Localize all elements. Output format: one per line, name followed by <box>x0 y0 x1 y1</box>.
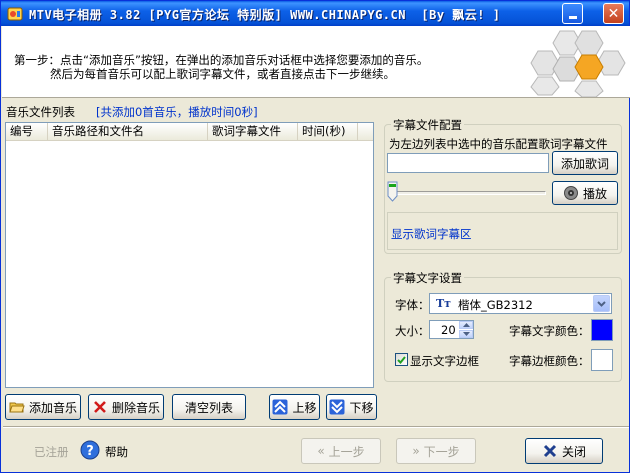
minimize-button[interactable] <box>562 3 583 24</box>
add-music-label: 添加音乐 <box>28 400 77 415</box>
music-list-summary: [共添加0首音乐，播放时间0秒] <box>96 105 258 119</box>
music-list-view[interactable]: 编号 音乐路径和文件名 歌词字幕文件 时间(秒) <box>5 122 374 388</box>
show-border-label[interactable]: 显示文字边框 <box>410 353 479 369</box>
clear-list-button[interactable]: 清空列表 <box>172 394 246 420</box>
border-color-label: 字幕边框颜色： <box>509 354 590 368</box>
music-list-label: 音乐文件列表 <box>6 105 75 119</box>
font-select[interactable]: Tт 楷体_GB2312 <box>429 293 612 314</box>
double-down-arrow-icon <box>329 399 345 415</box>
text-color-swatch[interactable] <box>591 319 613 341</box>
lyrics-display-area: 显示歌词字幕区 <box>387 212 618 250</box>
next-step-label: 下一步 <box>423 444 460 459</box>
move-up-button[interactable]: 上移 <box>269 394 320 420</box>
column-header-lyrics[interactable]: 歌词字幕文件 <box>208 123 298 141</box>
music-list-header: 编号 音乐路径和文件名 歌词字幕文件 时间(秒) <box>6 123 373 141</box>
border-color-swatch[interactable] <box>591 349 613 371</box>
show-border-checkbox[interactable] <box>395 353 408 366</box>
title-bar[interactable]: MTV电子相册 3.82 [PYG官方论坛 特别版] WWW.CHINAPYG.… <box>1 1 629 26</box>
prev-step-button[interactable]: « 上一步 <box>301 438 381 464</box>
delete-icon <box>92 399 108 415</box>
help-icon[interactable]: ? <box>80 440 100 463</box>
wizard-header: 第一步：点击“添加音乐”按钮，在弹出的添加音乐对话框中选择您要添加的音乐。 然后… <box>2 26 630 98</box>
close-window-button[interactable]: ✕ <box>603 3 624 24</box>
lyrics-config-hint: 为左边列表中选中的音乐配置歌词字幕文件 <box>389 137 608 151</box>
spin-up-icon[interactable] <box>459 321 473 329</box>
next-step-button[interactable]: » 下一步 <box>396 438 476 464</box>
delete-music-button[interactable]: 删除音乐 <box>88 394 164 420</box>
speaker-icon <box>563 185 579 201</box>
font-size-spinner[interactable]: 20 <box>429 320 474 339</box>
text-settings-title: 字幕文字设置 <box>391 270 464 286</box>
show-lyrics-label: 显示歌词字幕区 <box>391 227 472 241</box>
column-header-number[interactable]: 编号 <box>6 123 48 141</box>
font-size-value: 20 <box>441 323 456 337</box>
playback-slider-thumb[interactable] <box>387 181 398 202</box>
spin-down-icon[interactable] <box>459 330 473 338</box>
close-label: 关闭 <box>561 444 586 459</box>
close-x-icon <box>542 443 558 459</box>
prev-step-label: 上一步 <box>328 444 365 459</box>
minimize-icon <box>568 16 577 19</box>
text-color-label: 字幕文字颜色： <box>509 324 590 338</box>
double-left-arrow-icon: « <box>317 444 325 458</box>
add-lyrics-button[interactable]: 添加歌词 <box>552 151 618 175</box>
clear-list-label: 清空列表 <box>184 400 233 415</box>
lyrics-file-field[interactable] <box>387 153 549 173</box>
app-window: MTV电子相册 3.82 [PYG官方论坛 特别版] WWW.CHINAPYG.… <box>0 0 630 473</box>
svg-text:?: ? <box>86 444 94 459</box>
column-header-path[interactable]: 音乐路径和文件名 <box>48 123 208 141</box>
close-icon: ✕ <box>607 5 620 22</box>
delete-music-label: 删除音乐 <box>111 400 160 415</box>
play-button[interactable]: 播放 <box>552 181 618 205</box>
column-header-time[interactable]: 时间(秒) <box>298 123 358 141</box>
move-down-label: 下移 <box>349 400 374 415</box>
hexagon-logo-icon <box>530 30 626 97</box>
registered-status: 已注册 <box>34 445 69 459</box>
size-label: 大小： <box>395 324 430 338</box>
play-label: 播放 <box>582 186 607 201</box>
window-title: MTV电子相册 3.82 [PYG官方论坛 特别版] WWW.CHINAPYG.… <box>29 8 501 22</box>
footer-divider <box>3 426 629 428</box>
checkmark-icon <box>397 355 406 364</box>
lyrics-config-title: 字幕文件配置 <box>391 117 464 133</box>
help-link[interactable]: 帮助 <box>105 444 128 460</box>
close-button[interactable]: 关闭 <box>525 438 603 464</box>
move-down-button[interactable]: 下移 <box>326 394 377 420</box>
double-up-arrow-icon <box>272 399 288 415</box>
add-lyrics-label: 添加歌词 <box>560 156 609 171</box>
move-up-label: 上移 <box>292 400 317 415</box>
app-icon <box>7 6 23 22</box>
folder-open-icon <box>9 399 25 415</box>
playback-slider-track[interactable] <box>393 191 546 195</box>
double-right-arrow-icon: » <box>412 444 420 458</box>
step-instruction-line2: 然后为每首音乐可以配上歌词字幕文件，或者直接点击下一步继续。 <box>50 67 395 81</box>
chevron-down-icon[interactable] <box>593 295 610 312</box>
font-value: 楷体_GB2312 <box>458 298 533 312</box>
font-label: 字体： <box>395 298 430 312</box>
truetype-font-icon: Tт <box>436 297 452 310</box>
add-music-button[interactable]: 添加音乐 <box>5 394 81 420</box>
